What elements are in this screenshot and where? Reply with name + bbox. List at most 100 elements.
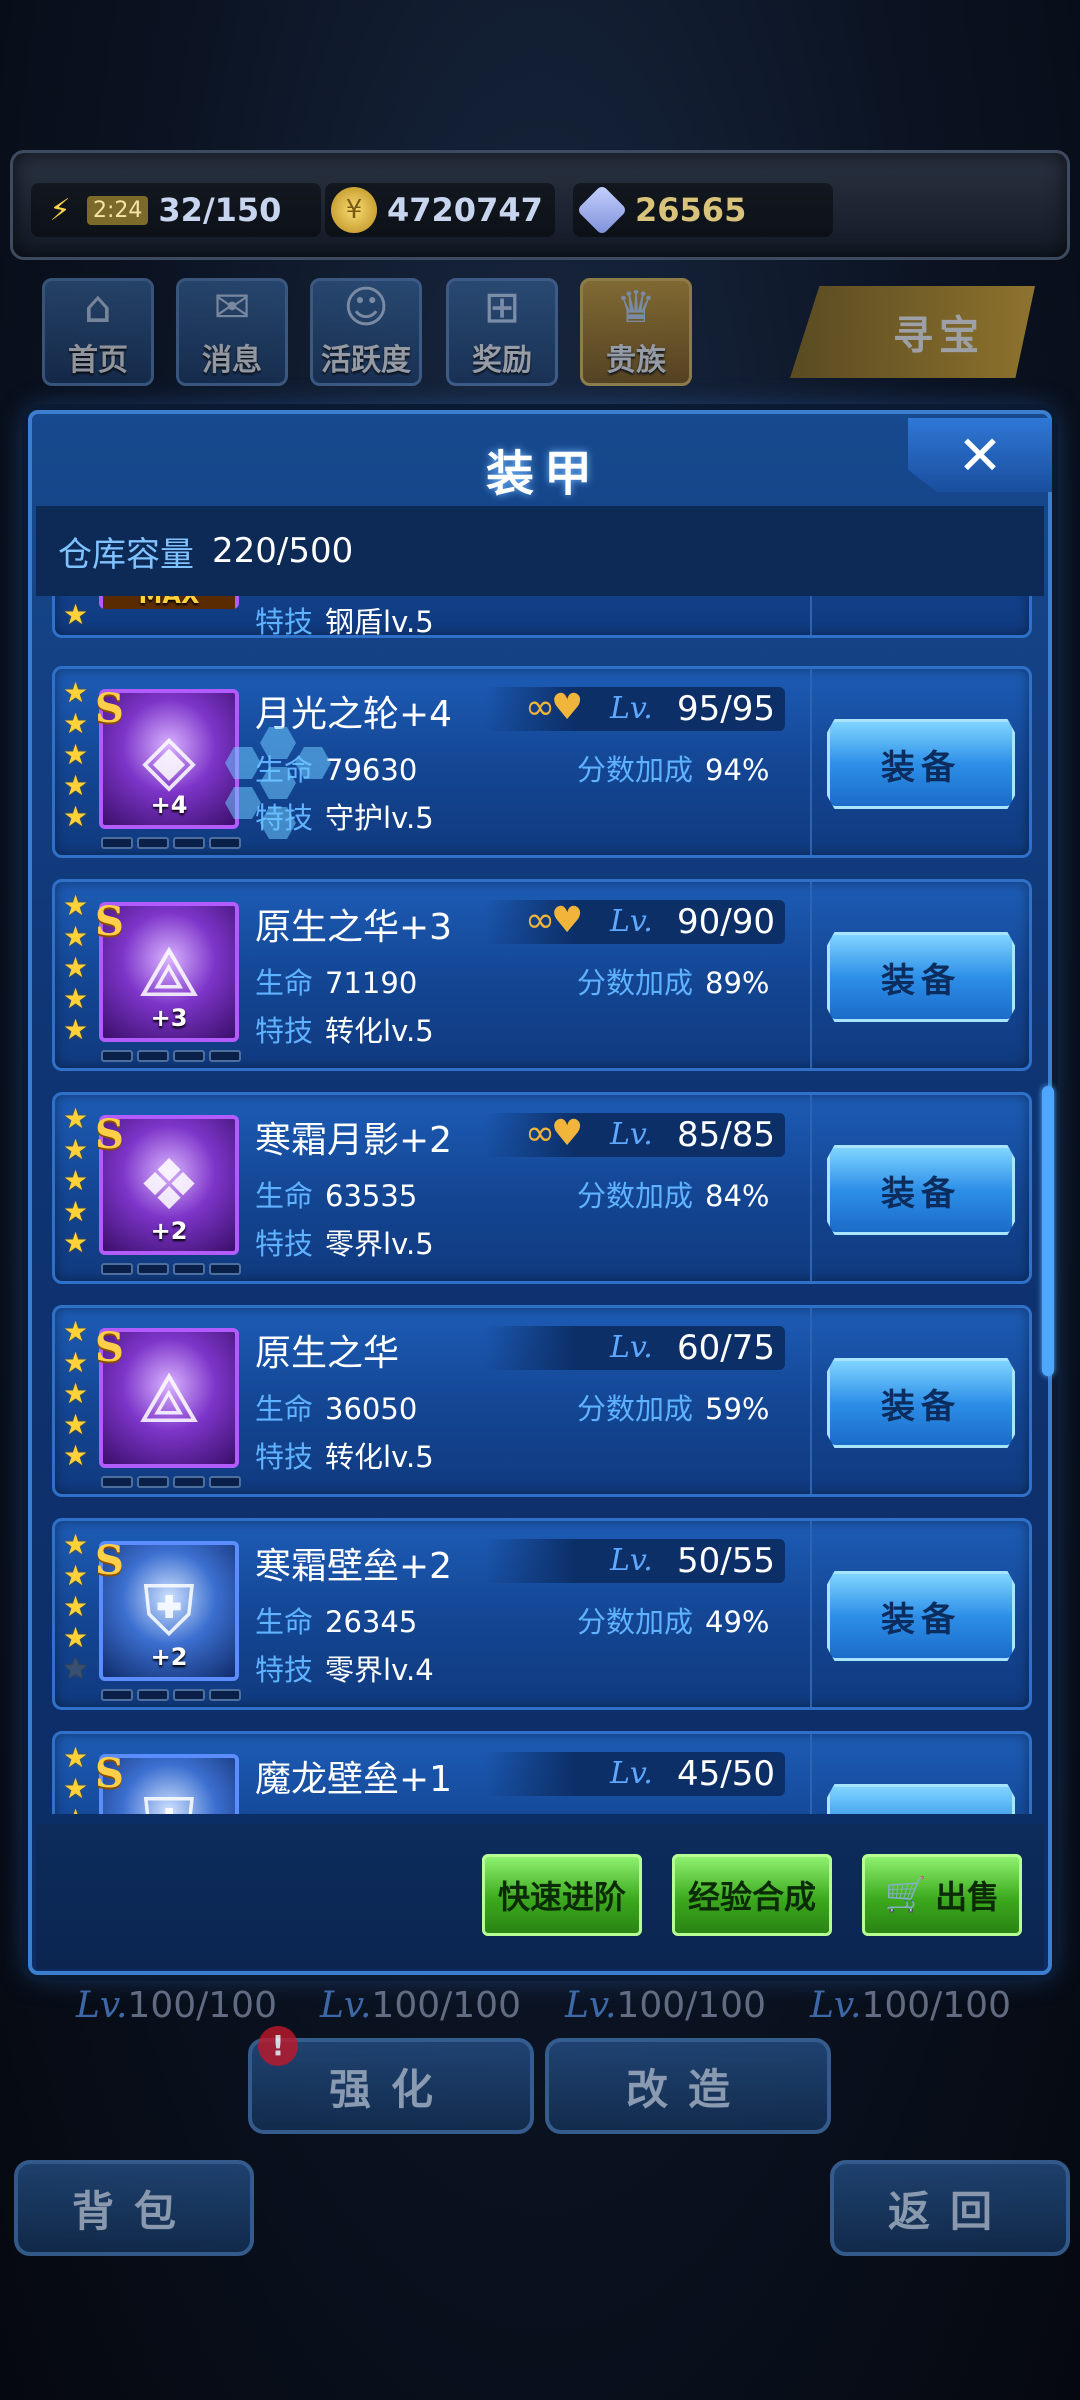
star-rating: ★★★★★ [63,677,93,832]
armor-art-icon: ⛨ [142,1569,196,1652]
level-label: Lv. [610,1330,653,1365]
sell-label: 出售 [935,1878,1000,1916]
star-icon: ★ [63,1013,89,1046]
gem-slots [101,1050,241,1062]
equip-button[interactable]: 装备 [827,1784,1015,1814]
grade-badge: S [95,898,124,945]
equip-button[interactable]: 装备 [827,1358,1015,1448]
bonus-label: 分数加成 [577,753,694,787]
armor-list[interactable]: MAX ★ 特技钢盾lv.5 ★★★★★◈+4S月光之轮+4∞♥Lv.95/95… [52,596,1032,1814]
grade-badge: S [95,1324,124,1371]
equip-button[interactable]: 装备 [827,1145,1015,1235]
slot [137,1263,169,1275]
list-item[interactable]: MAX ★ 特技钢盾lv.5 [52,596,1032,639]
exp-merge-button[interactable]: 经验合成 [672,1854,832,1936]
plus-badge: +3 [150,1004,188,1032]
bonus-row: 分数加成 89% [577,960,769,1002]
skill-row: 特技 零界lv.4 [255,1647,434,1689]
star-icon: ★ [63,1315,89,1348]
list-item[interactable]: ★★★★★⛨+1S魔龙壁垒+1Lv.45/50装备 [52,1731,1032,1814]
nav-rewards-button[interactable]: ⊞ 奖励 [446,278,558,386]
nav-messages-button[interactable]: ✉ 消息 [176,278,288,386]
close-button[interactable]: ✕ [908,418,1052,492]
skill-label: 特技 [255,1440,314,1474]
star-icon: ★ [63,1621,89,1654]
gift-icon: ⊞ [483,282,521,333]
skill-row: 特技 转化lv.5 [255,1008,434,1050]
grade-badge: S [95,1111,124,1158]
level-value: 45/50 [677,1754,775,1794]
list-item[interactable]: ★ ★ ★ ★ ★ ⛨ +2 S 寒霜壁垒+2 Lv. 50/55 生命 26345 分数加成 49% 特技零… [52,1518,1032,1710]
storage-capacity: 仓库容量 220/500 [36,506,1044,596]
level-label: Lv. [610,1756,653,1791]
plus-badge: +4 [150,791,188,819]
quick-advance-button[interactable]: 快速进阶 [482,1854,642,1936]
star-icon: ★ [63,1226,89,1259]
gem-slots [101,1689,241,1701]
bonus-row: 分数加成 59% [577,1386,769,1428]
bonus-row [577,1812,589,1814]
nav-home-button[interactable]: ⌂ 首页 [42,278,154,386]
back-button[interactable]: 返回 [830,2160,1070,2256]
skill-row: 特技 零界lv.5 [255,1221,434,1263]
star-icon: ★ [63,1408,89,1441]
star-rating: ★★★★★ [63,1529,93,1684]
resource-bar: ⚡ 2:24 32/150 ¥ 4720747 26565 [10,150,1070,260]
equip-button[interactable]: 装备 [827,719,1015,809]
diamond-icon [576,184,628,236]
bonus-value: 84% [705,1179,770,1213]
equip-label: 装备 [881,747,961,788]
gem-counter[interactable]: 26565 [573,183,833,237]
slot [101,1050,133,1062]
nav-activity-button[interactable]: ☺ 活跃度 [310,278,422,386]
list-item[interactable]: ★★★★★◈+4S月光之轮+4∞♥Lv.95/95生命79630分数加成94%特… [52,666,1032,858]
treasure-hunt-button[interactable]: 寻宝 [790,286,1035,378]
plus-badge: +2 [150,1643,188,1671]
gem-slots [101,837,241,849]
armor-name: 魔龙壁垒+1 [255,1759,453,1800]
equip-label: 装备 [881,960,961,1001]
gold-counter[interactable]: ¥ 4720747 [325,183,555,237]
star-icon: ★ [63,769,89,802]
star-icon: ★ [63,1133,89,1166]
item-divider [810,882,812,1068]
star-icon: ★ [63,800,89,833]
equip-button[interactable]: 装备 [827,932,1015,1022]
modify-button[interactable]: 改造 [545,2038,831,2134]
lv-prefix: Lv. [76,1985,128,2026]
armor-dialog: 装甲 ✕ 仓库容量 220/500 MAX ★ 特技钢盾lv.5 ★★★★★◈+… [28,410,1054,1975]
hp-label: 生命 [255,1392,314,1426]
level-label: Lv. [610,1117,653,1152]
star-icon: ★ [63,1590,89,1623]
item-divider [810,1308,812,1494]
armor-art-icon: ⟁ [137,930,201,1013]
nav-home-label: 首页 [68,343,128,378]
list-scrollbar[interactable] [1042,1086,1054,1376]
list-item[interactable]: ★ ★ ★ ★ ★ ⟁ S 原生之华 Lv. 60/75 生命 36050 分数加成 59% 特技 转化lv.… [52,1305,1032,1497]
list-item[interactable]: ★ ★ ★ ★ ★ ⟁ +3 S 原生之华+3 ∞♥ Lv. 90/90 生命 71190 分数加成 89% 特… [52,879,1032,1071]
equip-label: 装备 [881,1173,961,1214]
skill-label: 特技 [255,1014,314,1048]
nav-noble-label: 贵族 [606,343,666,378]
bg-level-2: Lv.100/100 [320,1985,521,2026]
hp-label: 生命 [255,1179,314,1213]
slot [209,837,241,849]
list-item[interactable]: ★ ★ ★ ★ ★ ❖ +2 S 寒霜月影+2 ∞♥ Lv. 85/85 生命 63535 分数加成 84% 特… [52,1092,1032,1284]
star-icon: ★ [63,1652,89,1685]
skill-value: 守护lv.5 [325,801,434,835]
home-icon: ⌂ [84,282,112,333]
energy-counter[interactable]: ⚡ 2:24 32/150 [31,183,321,237]
gem-value: 26565 [635,191,747,229]
hp-label: 生命 [255,966,314,1000]
item-divider [810,1095,812,1281]
energy-value: 32/150 [158,191,282,229]
nav-activity-label: 活跃度 [321,343,411,378]
sell-button[interactable]: 🛒 出售 [862,1854,1022,1936]
star-icon: ★ [63,1102,89,1135]
bonus-label: 分数加成 [577,1392,694,1426]
nav-noble-button[interactable]: ♛ 贵族 [580,278,692,386]
slot [209,1050,241,1062]
bag-button[interactable]: 背包 [14,2160,254,2256]
equip-button[interactable]: 装备 [827,1571,1015,1661]
bonus-value: 94% [705,753,770,787]
